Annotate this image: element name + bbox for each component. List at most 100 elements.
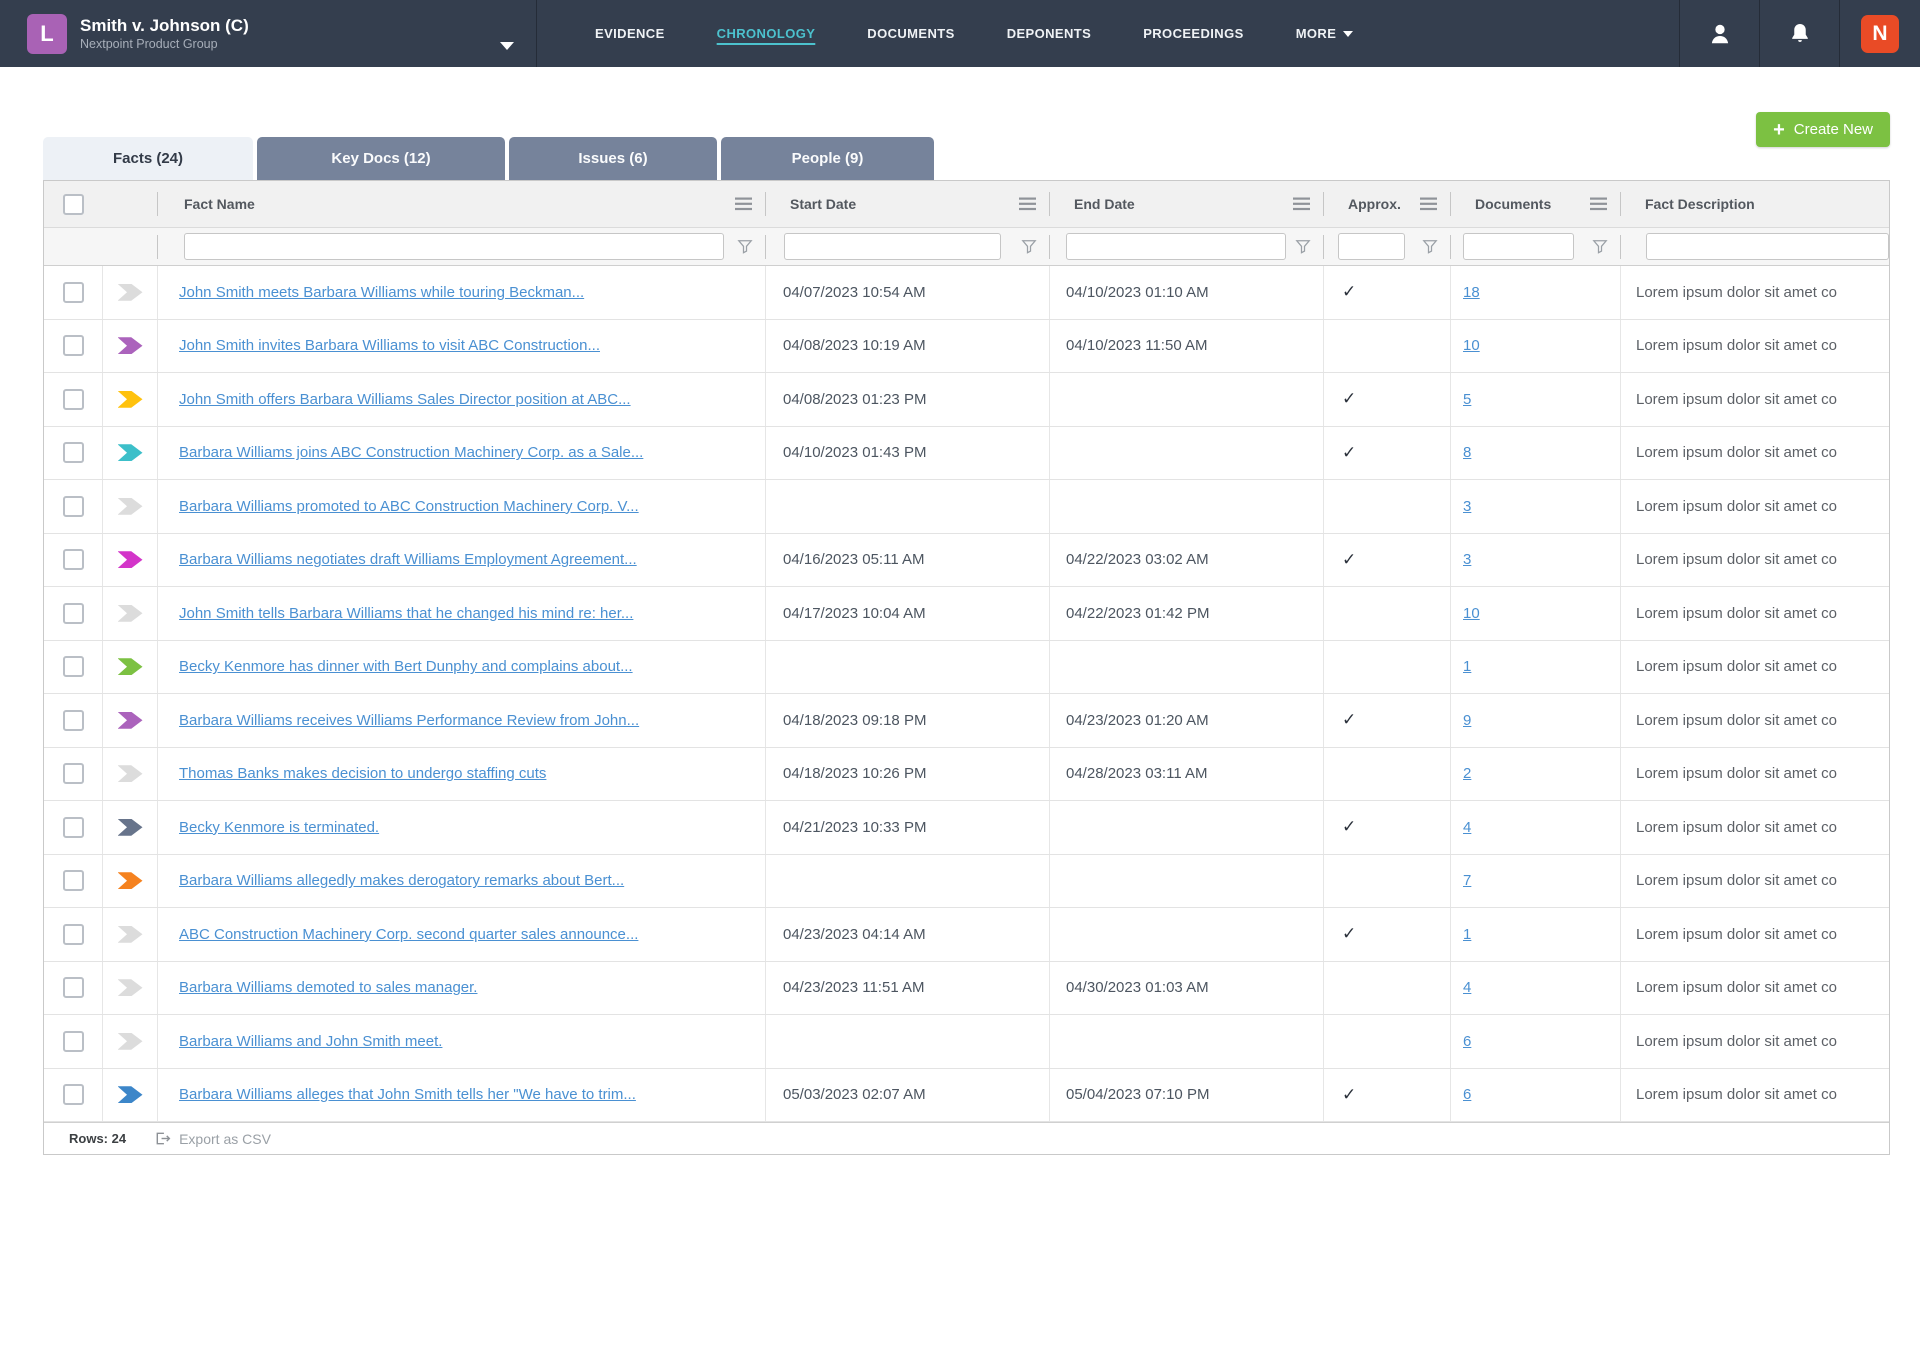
documents-count-link[interactable]: 10 — [1451, 337, 1480, 354]
row-checkbox[interactable] — [63, 817, 84, 838]
fact-name-link[interactable]: Barbara Williams joins ABC Construction … — [158, 444, 643, 461]
column-label-description[interactable]: Fact Description — [1621, 196, 1755, 212]
row-checkbox[interactable] — [63, 656, 84, 677]
start-date-cell: 04/18/2023 10:26 PM — [766, 748, 1050, 801]
documents-count-link[interactable]: 4 — [1451, 979, 1471, 996]
column-menu-icon[interactable] — [1293, 197, 1310, 212]
documents-count-link[interactable]: 3 — [1451, 498, 1471, 515]
row-checkbox[interactable] — [63, 710, 84, 731]
row-checkbox[interactable] — [63, 549, 84, 570]
row-flag-cell — [103, 1069, 158, 1122]
column-label-fact-name[interactable]: Fact Name — [158, 196, 255, 212]
column-label-end-date[interactable]: End Date — [1050, 196, 1135, 212]
row-checkbox-cell — [44, 373, 103, 426]
documents-count-link[interactable]: 1 — [1451, 926, 1471, 943]
row-flag-cell — [103, 694, 158, 747]
fact-description-value: Lorem ipsum dolor sit amet co — [1621, 1086, 1837, 1103]
fact-name-cell: Becky Kenmore is terminated. — [158, 801, 766, 854]
nav-item-deponents[interactable]: DEPONENTS — [1007, 26, 1092, 41]
fact-name-link[interactable]: John Smith meets Barbara Williams while … — [158, 284, 584, 301]
fact-name-link[interactable]: John Smith invites Barbara Williams to v… — [158, 337, 600, 354]
row-checkbox[interactable] — [63, 389, 84, 410]
documents-count-link[interactable]: 6 — [1451, 1033, 1471, 1050]
row-checkbox[interactable] — [63, 977, 84, 998]
row-checkbox[interactable] — [63, 1031, 84, 1052]
nav-item-label: DEPONENTS — [1007, 26, 1092, 41]
fact-name-link[interactable]: John Smith tells Barbara Williams that h… — [158, 605, 633, 622]
filter-funnel-icon[interactable] — [1422, 239, 1438, 255]
fact-name-link[interactable]: Barbara Williams negotiates draft Willia… — [158, 551, 637, 568]
nav-item-chronology[interactable]: CHRONOLOGY — [717, 26, 816, 41]
documents-count-link[interactable]: 10 — [1451, 605, 1480, 622]
case-switcher-caret-icon[interactable] — [500, 42, 514, 50]
fact-name-link[interactable]: Thomas Banks makes decision to undergo s… — [158, 765, 546, 782]
nextpoint-logo[interactable]: N — [1861, 15, 1899, 53]
fact-name-link[interactable]: Barbara Williams receives Williams Perfo… — [158, 712, 639, 729]
filter-input-documents[interactable] — [1463, 233, 1574, 260]
documents-count-link[interactable]: 1 — [1451, 658, 1471, 675]
row-checkbox[interactable] — [63, 282, 84, 303]
column-menu-icon[interactable] — [1019, 197, 1036, 212]
tab-issues[interactable]: Issues (6) — [509, 137, 717, 180]
fact-name-link[interactable]: Becky Kenmore has dinner with Bert Dunph… — [158, 658, 633, 675]
documents-count-link[interactable]: 7 — [1451, 872, 1471, 889]
documents-count-link[interactable]: 4 — [1451, 819, 1471, 836]
fact-name-link[interactable]: Barbara Williams alleges that John Smith… — [158, 1086, 636, 1103]
filter-input-approx[interactable] — [1338, 233, 1405, 260]
row-checkbox[interactable] — [63, 870, 84, 891]
tab-people[interactable]: People (9) — [721, 137, 934, 180]
documents-count-link[interactable]: 9 — [1451, 712, 1471, 729]
end-date-cell — [1050, 1015, 1324, 1068]
column-label-approx[interactable]: Approx. — [1324, 196, 1401, 212]
case-selector[interactable]: L Smith v. Johnson (C) Nextpoint Product… — [0, 14, 536, 54]
filter-input-description[interactable] — [1646, 233, 1889, 260]
row-checkbox-cell — [44, 480, 103, 533]
documents-count-link[interactable]: 5 — [1451, 391, 1471, 408]
row-checkbox[interactable] — [63, 603, 84, 624]
nav-item-proceedings[interactable]: PROCEEDINGS — [1143, 26, 1243, 41]
row-checkbox[interactable] — [63, 496, 84, 517]
nav-item-evidence[interactable]: EVIDENCE — [595, 26, 665, 41]
filter-input-start-date[interactable] — [784, 233, 1001, 260]
filter-funnel-icon[interactable] — [1592, 239, 1608, 255]
create-new-button[interactable]: + Create New — [1756, 112, 1890, 147]
column-label-documents[interactable]: Documents — [1451, 196, 1551, 212]
column-menu-icon[interactable] — [1590, 197, 1607, 212]
row-checkbox[interactable] — [63, 924, 84, 945]
fact-name-link[interactable]: Barbara Williams demoted to sales manage… — [158, 979, 477, 996]
documents-count-link[interactable]: 8 — [1451, 444, 1471, 461]
fact-name-link[interactable]: Barbara Williams and John Smith meet. — [158, 1033, 442, 1050]
filter-input-end-date[interactable] — [1066, 233, 1286, 260]
filter-input-fact-name[interactable] — [184, 233, 724, 260]
documents-count-link[interactable]: 3 — [1451, 551, 1471, 568]
case-title: Smith v. Johnson (C) — [80, 15, 249, 36]
fact-name-link[interactable]: Becky Kenmore is terminated. — [158, 819, 379, 836]
export-csv-button[interactable]: Export as CSV — [154, 1130, 271, 1147]
start-date-cell — [766, 480, 1050, 533]
filter-funnel-icon[interactable] — [1295, 239, 1311, 255]
nav-item-documents[interactable]: DOCUMENTS — [867, 26, 954, 41]
tab-facts[interactable]: Facts (24) — [43, 137, 253, 180]
documents-count-link[interactable]: 18 — [1451, 284, 1480, 301]
documents-count-link[interactable]: 2 — [1451, 765, 1471, 782]
row-checkbox[interactable] — [63, 763, 84, 784]
fact-name-link[interactable]: John Smith offers Barbara Williams Sales… — [158, 391, 631, 408]
column-label-start-date[interactable]: Start Date — [766, 196, 856, 212]
fact-name-link[interactable]: Barbara Williams promoted to ABC Constru… — [158, 498, 639, 515]
documents-count-link[interactable]: 6 — [1451, 1086, 1471, 1103]
row-checkbox[interactable] — [63, 1084, 84, 1105]
filter-funnel-icon[interactable] — [737, 239, 753, 255]
column-menu-icon[interactable] — [1420, 197, 1437, 212]
row-checkbox[interactable] — [63, 442, 84, 463]
row-checkbox[interactable] — [63, 335, 84, 356]
tab-key[interactable]: Key Docs (12) — [257, 137, 505, 180]
column-menu-icon[interactable] — [735, 197, 752, 212]
notifications-button[interactable] — [1760, 0, 1839, 67]
select-all-checkbox[interactable] — [63, 194, 84, 215]
user-account-button[interactable] — [1680, 0, 1759, 67]
nav-item-more[interactable]: MORE — [1296, 26, 1354, 41]
fact-name-link[interactable]: Barbara Williams allegedly makes derogat… — [158, 872, 624, 889]
documents-cell: 6 — [1451, 1069, 1621, 1122]
filter-funnel-icon[interactable] — [1021, 239, 1037, 255]
fact-name-link[interactable]: ABC Construction Machinery Corp. second … — [158, 926, 638, 943]
